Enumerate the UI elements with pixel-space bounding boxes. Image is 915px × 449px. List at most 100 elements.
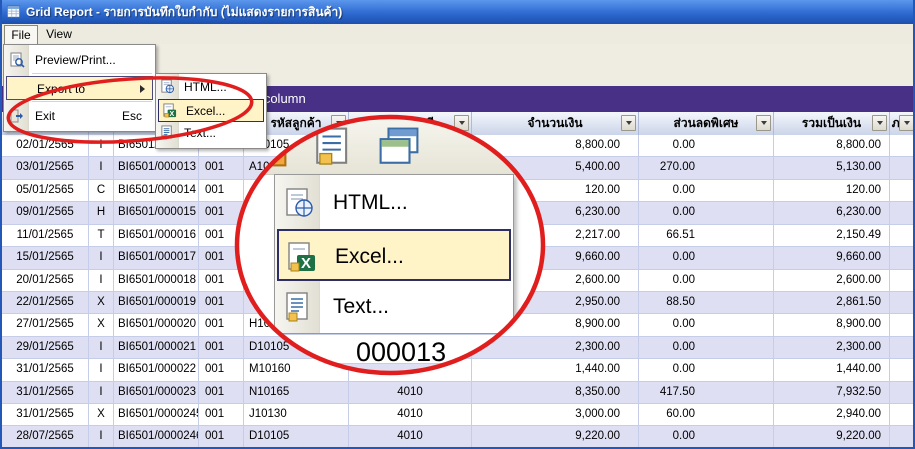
cell-tax[interactable] [890,337,915,359]
cell-total[interactable]: 2,600.00 [774,270,890,292]
cell-tax[interactable] [890,135,915,157]
cell-tax[interactable] [890,225,915,247]
cell-branch[interactable]: 001 [199,426,244,448]
cell-flag[interactable]: I [89,337,114,359]
cell-discount[interactable]: 270.00 [639,157,774,179]
cell-amount[interactable]: 9,220.00 [472,426,639,448]
cell-total[interactable]: 8,800.00 [774,135,890,157]
cell-branch[interactable]: 001 [199,180,244,202]
cell-account-code[interactable]: 4010 [349,404,472,426]
cell-total[interactable]: 2,861.50 [774,292,890,314]
column-header-discount[interactable]: ส่วนลดพิเศษ [639,112,774,135]
cell-discount[interactable]: 0.00 [639,202,774,224]
cell-branch[interactable]: 001 [199,292,244,314]
cell-discount[interactable]: 0.00 [639,314,774,336]
cell-total[interactable]: 120.00 [774,180,890,202]
menu-item-export-to[interactable]: Export to [6,76,153,100]
cell-discount[interactable]: 0.00 [639,359,774,381]
cell-flag[interactable]: I [89,426,114,448]
cell-date[interactable]: 05/01/2565 [2,180,89,202]
cell-total[interactable]: 1,440.00 [774,359,890,381]
menu-view[interactable]: View [40,25,78,43]
cell-total[interactable]: 9,660.00 [774,247,890,269]
cell-doc-no[interactable]: BI6501/0000246 [114,426,199,448]
cell-total[interactable]: 7,932.50 [774,382,890,404]
cell-date[interactable]: 27/01/2565 [2,314,89,336]
cell-date[interactable]: 29/01/2565 [2,337,89,359]
cell-doc-no[interactable]: BI6501/000016 [114,225,199,247]
cell-flag[interactable]: T [89,225,114,247]
cell-doc-no[interactable]: BI6501/000017 [114,247,199,269]
cell-tax[interactable] [890,202,915,224]
cell-tax[interactable] [890,157,915,179]
cell-discount[interactable]: 0.00 [639,270,774,292]
cell-tax[interactable] [890,382,915,404]
cell-doc-no[interactable]: BI6501/000013 [114,157,199,179]
cell-discount[interactable]: 417.50 [639,382,774,404]
cell-doc-no[interactable]: BI6501/000022 [114,359,199,381]
cell-date[interactable]: 02/01/2565 [2,135,89,157]
cell-discount[interactable]: 0.00 [639,426,774,448]
menu-item-exit[interactable]: Exit Esc [5,104,154,128]
cell-date[interactable]: 03/01/2565 [2,157,89,179]
submenu-item-html[interactable]: HTML... [157,76,265,99]
cell-account-code[interactable]: 4010 [349,382,472,404]
menu-file[interactable]: File [4,25,38,45]
cell-total[interactable]: 2,300.00 [774,337,890,359]
cell-date[interactable]: 28/07/2565 [2,426,89,448]
menu-item-preview-print[interactable]: Preview/Print... [5,48,154,72]
cell-flag[interactable]: X [89,314,114,336]
cell-date[interactable]: 20/01/2565 [2,270,89,292]
cell-flag[interactable]: I [89,270,114,292]
cell-tax[interactable] [890,247,915,269]
column-header-total[interactable]: รวมเป็นเงิน [774,112,890,135]
cell-date[interactable]: 11/01/2565 [2,225,89,247]
cell-tax[interactable] [890,270,915,292]
column-filter-button[interactable] [621,115,636,131]
cell-date[interactable]: 22/01/2565 [2,292,89,314]
cell-doc-no[interactable]: BI6501/000018 [114,270,199,292]
cell-date[interactable]: 31/01/2565 [2,382,89,404]
cell-date[interactable]: 31/01/2565 [2,404,89,426]
cell-date[interactable]: 31/01/2565 [2,359,89,381]
cell-discount[interactable]: 66.51 [639,225,774,247]
cell-total[interactable]: 9,220.00 [774,426,890,448]
column-filter-button[interactable] [756,115,771,131]
column-filter-button[interactable] [872,115,887,131]
column-filter-button[interactable] [899,115,914,131]
cell-flag[interactable]: C [89,180,114,202]
cell-flag[interactable]: X [89,292,114,314]
cell-tax[interactable] [890,180,915,202]
title-bar[interactable]: Grid Report - รายการบันทึกใบกำกับ (ไม่แส… [0,0,915,24]
cell-tax[interactable] [890,404,915,426]
cell-flag[interactable]: X [89,404,114,426]
cell-doc-no[interactable]: BI6501/000015 [114,202,199,224]
cell-doc-no[interactable]: BI6501/000020 [114,314,199,336]
cell-flag[interactable]: H [89,202,114,224]
cell-flag[interactable]: I [89,247,114,269]
cell-tax[interactable] [890,426,915,448]
cell-flag[interactable]: I [89,359,114,381]
cell-customer-code[interactable]: N10165 [244,382,349,404]
cell-flag[interactable]: I [89,157,114,179]
cell-amount[interactable]: 8,350.00 [472,382,639,404]
cell-doc-no[interactable]: BI6501/000023 [114,382,199,404]
cell-account-code[interactable]: 4010 [349,426,472,448]
cell-total[interactable]: 8,900.00 [774,314,890,336]
cell-discount[interactable]: 88.50 [639,292,774,314]
cell-total[interactable]: 6,230.00 [774,202,890,224]
cell-total[interactable]: 5,130.00 [774,157,890,179]
cell-date[interactable]: 09/01/2565 [2,202,89,224]
cell-doc-no[interactable]: BI6501/0000245 [114,404,199,426]
cell-customer-code[interactable]: J10130 [244,404,349,426]
cell-flag[interactable]: I [89,382,114,404]
cell-doc-no[interactable]: BI6501/000014 [114,180,199,202]
cell-tax[interactable] [890,359,915,381]
cell-total[interactable]: 2,940.00 [774,404,890,426]
column-header-tax[interactable]: ภาษี [890,112,915,135]
cell-branch[interactable]: 001 [199,202,244,224]
cell-branch[interactable]: 001 [199,404,244,426]
cell-total[interactable]: 2,150.49 [774,225,890,247]
cell-discount[interactable]: 0.00 [639,135,774,157]
cell-discount[interactable]: 60.00 [639,404,774,426]
